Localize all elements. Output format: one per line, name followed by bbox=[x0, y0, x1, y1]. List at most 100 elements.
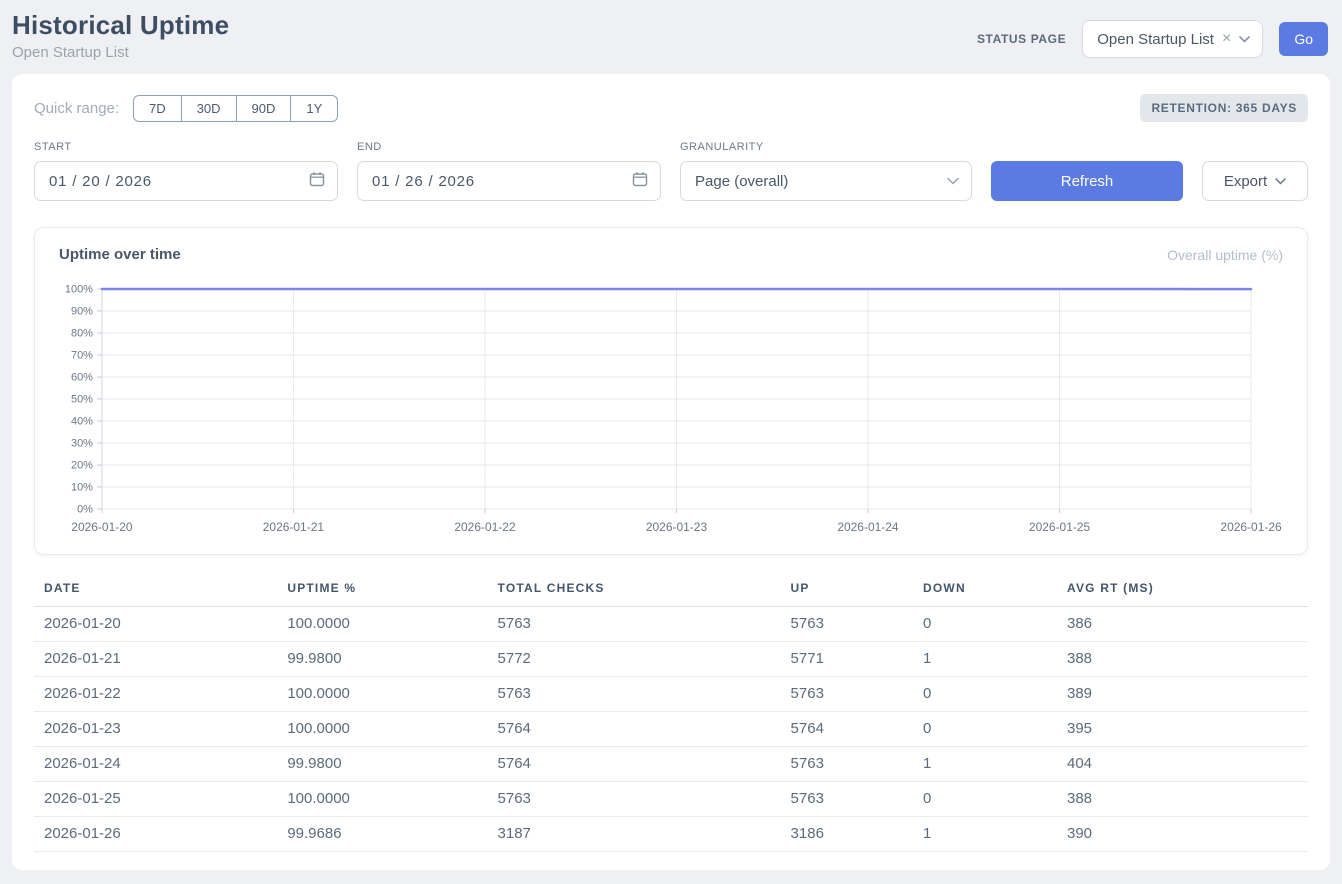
table-cell: 2026-01-26 bbox=[34, 817, 277, 852]
chevron-down-icon bbox=[947, 177, 959, 185]
svg-text:2026-01-24: 2026-01-24 bbox=[837, 520, 899, 534]
svg-text:2026-01-26: 2026-01-26 bbox=[1220, 520, 1282, 534]
main-panel: Quick range: 7D 30D 90D 1Y RETENTION: 36… bbox=[12, 74, 1330, 870]
clear-selection-icon[interactable]: × bbox=[1222, 31, 1231, 47]
page-subtitle: Open Startup List bbox=[12, 44, 229, 61]
calendar-icon[interactable] bbox=[632, 171, 648, 191]
svg-text:2026-01-21: 2026-01-21 bbox=[263, 520, 325, 534]
column-header-avg-rt: AVG RT (MS) bbox=[1057, 571, 1308, 607]
refresh-button[interactable]: Refresh bbox=[991, 161, 1183, 201]
table-cell: 99.9800 bbox=[277, 747, 487, 782]
column-header-up: UP bbox=[781, 571, 913, 607]
svg-text:90%: 90% bbox=[71, 305, 93, 317]
table-cell: 5771 bbox=[781, 642, 913, 677]
table-cell: 0 bbox=[913, 712, 1057, 747]
table-row: 2026-01-23100.0000576457640395 bbox=[34, 712, 1308, 747]
table-cell: 100.0000 bbox=[277, 607, 487, 642]
table-cell: 388 bbox=[1057, 642, 1308, 677]
start-date-value: 01 / 20 / 2026 bbox=[49, 173, 152, 190]
uptime-line-chart: 0%10%20%30%40%50%60%70%80%90%100%2026-01… bbox=[59, 277, 1283, 539]
column-header-uptime: UPTIME % bbox=[277, 571, 487, 607]
table-cell: 5763 bbox=[488, 782, 781, 817]
table-cell: 390 bbox=[1057, 817, 1308, 852]
end-date-input[interactable]: 01 / 26 / 2026 bbox=[357, 161, 661, 201]
retention-badge: RETENTION: 365 DAYS bbox=[1140, 94, 1308, 122]
svg-text:2026-01-22: 2026-01-22 bbox=[454, 520, 516, 534]
table-cell: 1 bbox=[913, 747, 1057, 782]
table-row: 2026-01-20100.0000576357630386 bbox=[34, 607, 1308, 642]
table-cell: 0 bbox=[913, 782, 1057, 817]
quick-range-7d-button[interactable]: 7D bbox=[133, 95, 182, 122]
table-cell: 389 bbox=[1057, 677, 1308, 712]
granularity-value: Page (overall) bbox=[695, 173, 788, 190]
svg-text:30%: 30% bbox=[71, 437, 93, 449]
table-cell: 2026-01-21 bbox=[34, 642, 277, 677]
quick-range-1y-button[interactable]: 1Y bbox=[291, 95, 338, 122]
start-date-input[interactable]: 01 / 20 / 2026 bbox=[34, 161, 338, 201]
quick-range-group: 7D 30D 90D 1Y bbox=[133, 95, 338, 122]
chart-legend: Overall uptime (%) bbox=[1167, 247, 1283, 263]
table-cell: 5764 bbox=[781, 712, 913, 747]
table-cell: 404 bbox=[1057, 747, 1308, 782]
chevron-down-icon bbox=[1275, 178, 1286, 185]
svg-text:60%: 60% bbox=[71, 371, 93, 383]
status-page-controls: STATUS PAGE Open Startup List × Go bbox=[977, 20, 1328, 58]
status-page-selected-value: Open Startup List bbox=[1097, 31, 1214, 48]
svg-text:2026-01-20: 2026-01-20 bbox=[71, 520, 133, 534]
end-date-value: 01 / 26 / 2026 bbox=[372, 173, 475, 190]
uptime-table: DATE UPTIME % TOTAL CHECKS UP DOWN AVG R… bbox=[34, 571, 1308, 852]
table-cell: 3186 bbox=[781, 817, 913, 852]
table-cell: 0 bbox=[913, 607, 1057, 642]
column-header-down: DOWN bbox=[913, 571, 1057, 607]
table-cell: 2026-01-20 bbox=[34, 607, 277, 642]
table-cell: 3187 bbox=[488, 817, 781, 852]
table-row: 2026-01-25100.0000576357630388 bbox=[34, 782, 1308, 817]
table-cell: 5763 bbox=[781, 782, 913, 817]
svg-text:10%: 10% bbox=[71, 481, 93, 493]
table-cell: 100.0000 bbox=[277, 677, 487, 712]
table-cell: 5772 bbox=[488, 642, 781, 677]
quick-range-label: Quick range: bbox=[34, 100, 119, 117]
table-cell: 100.0000 bbox=[277, 712, 487, 747]
uptime-table-body: 2026-01-20100.00005763576303862026-01-21… bbox=[34, 607, 1308, 852]
svg-text:20%: 20% bbox=[71, 459, 93, 471]
chart-title: Uptime over time bbox=[59, 246, 181, 263]
chevron-down-icon bbox=[1239, 36, 1250, 43]
table-row: 2026-01-22100.0000576357630389 bbox=[34, 677, 1308, 712]
table-cell: 2026-01-23 bbox=[34, 712, 277, 747]
go-button[interactable]: Go bbox=[1279, 22, 1328, 56]
table-cell: 99.9800 bbox=[277, 642, 487, 677]
table-cell: 2026-01-25 bbox=[34, 782, 277, 817]
svg-text:0%: 0% bbox=[77, 503, 93, 515]
filter-form-row: START 01 / 20 / 2026 END 01 / 26 / 2026 … bbox=[34, 141, 1308, 201]
granularity-label: GRANULARITY bbox=[680, 141, 972, 153]
column-header-total-checks: TOTAL CHECKS bbox=[488, 571, 781, 607]
table-cell: 99.9686 bbox=[277, 817, 487, 852]
quick-range-30d-button[interactable]: 30D bbox=[182, 95, 237, 122]
status-page-label: STATUS PAGE bbox=[977, 32, 1066, 46]
svg-text:100%: 100% bbox=[65, 283, 93, 295]
table-row: 2026-01-2199.9800577257711388 bbox=[34, 642, 1308, 677]
calendar-icon[interactable] bbox=[309, 171, 325, 191]
table-cell: 2026-01-22 bbox=[34, 677, 277, 712]
granularity-select[interactable]: Page (overall) bbox=[680, 161, 972, 201]
table-cell: 1 bbox=[913, 817, 1057, 852]
table-header-row: DATE UPTIME % TOTAL CHECKS UP DOWN AVG R… bbox=[34, 571, 1308, 607]
export-button-label: Export bbox=[1224, 173, 1267, 190]
table-row: 2026-01-2699.9686318731861390 bbox=[34, 817, 1308, 852]
export-button[interactable]: Export bbox=[1202, 161, 1308, 201]
table-cell: 5763 bbox=[781, 677, 913, 712]
table-row: 2026-01-2499.9800576457631404 bbox=[34, 747, 1308, 782]
uptime-chart-card: Uptime over time Overall uptime (%) 0% 10… bbox=[34, 227, 1308, 555]
svg-text:70%: 70% bbox=[71, 349, 93, 361]
status-page-select[interactable]: Open Startup List × bbox=[1082, 20, 1263, 58]
quick-range-row: Quick range: 7D 30D 90D 1Y RETENTION: 36… bbox=[34, 94, 1308, 122]
table-cell: 395 bbox=[1057, 712, 1308, 747]
title-block: Historical Uptime Open Startup List bbox=[12, 10, 229, 61]
quick-range-90d-button[interactable]: 90D bbox=[237, 95, 292, 122]
table-cell: 388 bbox=[1057, 782, 1308, 817]
table-cell: 386 bbox=[1057, 607, 1308, 642]
table-cell: 5763 bbox=[781, 607, 913, 642]
svg-text:40%: 40% bbox=[71, 415, 93, 427]
svg-text:80%: 80% bbox=[71, 327, 93, 339]
